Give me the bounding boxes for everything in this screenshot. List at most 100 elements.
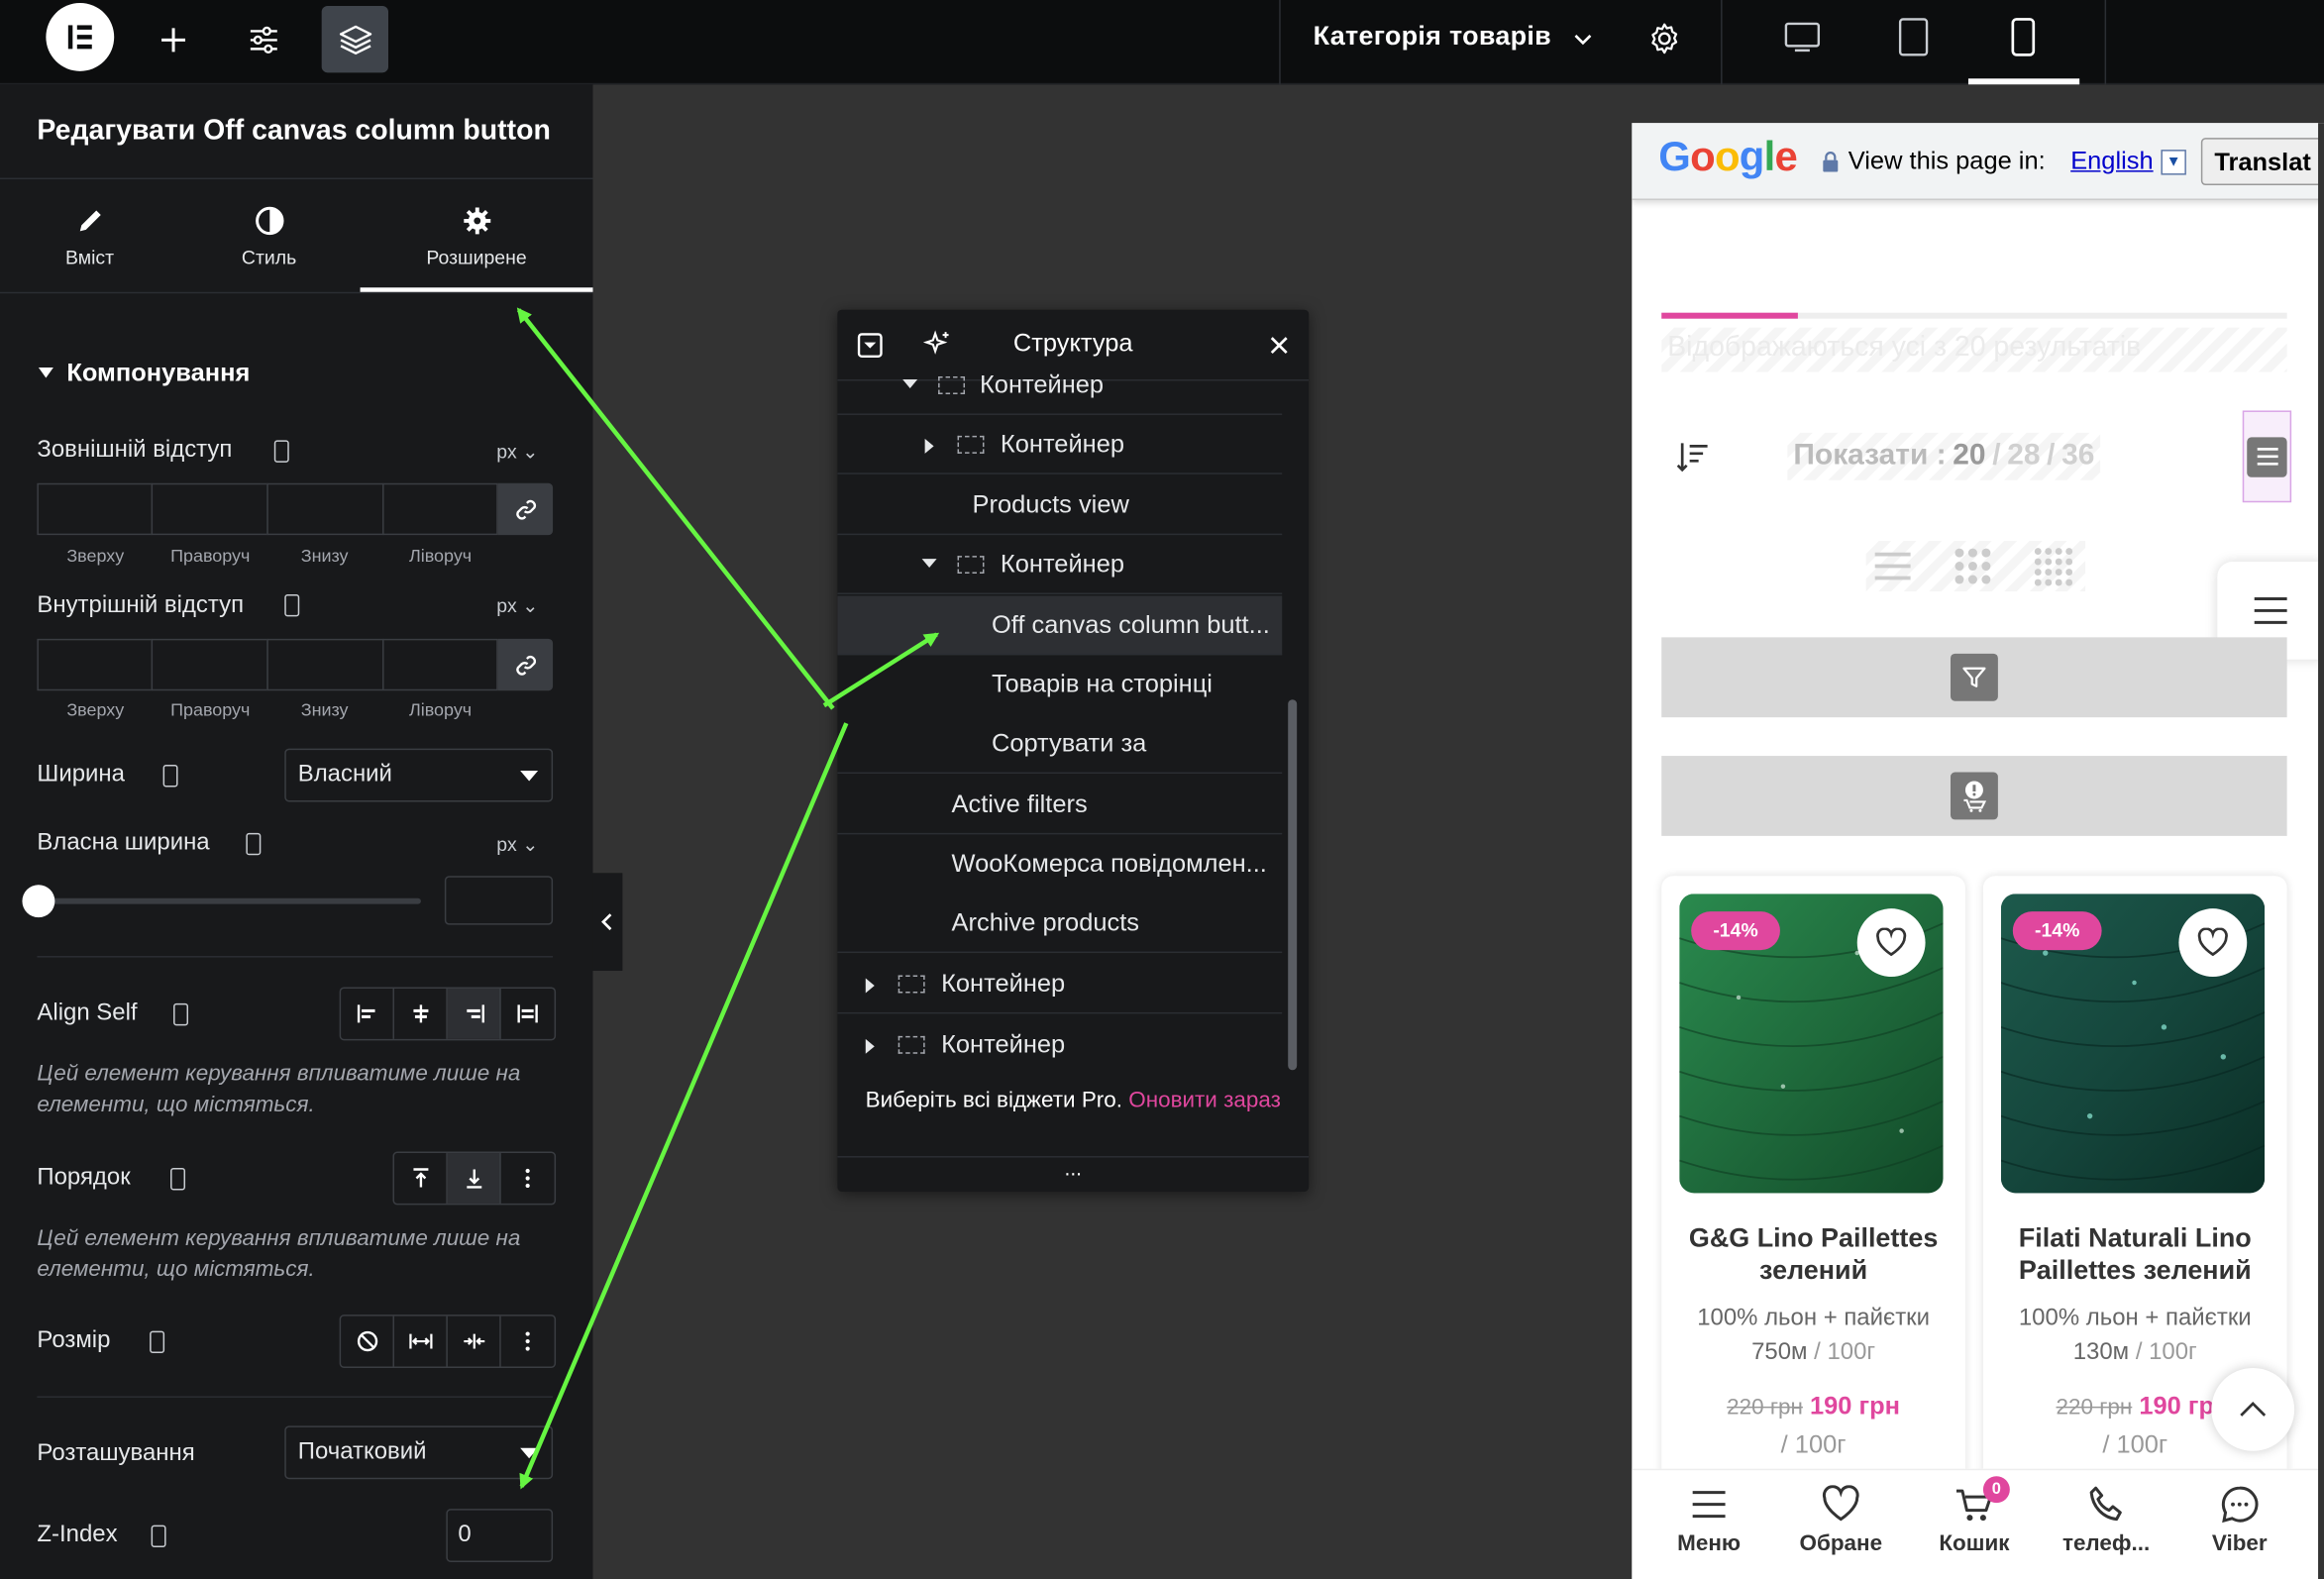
bottom-nav-favorites[interactable]: Обране [1774, 1485, 1908, 1556]
mobile-icon[interactable] [2008, 16, 2038, 57]
unit-select[interactable]: px ⌄ [496, 440, 538, 464]
padding-left-input[interactable] [382, 638, 498, 691]
upgrade-link[interactable]: Оновити зараз [1128, 1088, 1281, 1112]
padding-top-input[interactable] [37, 638, 154, 691]
align-end-button[interactable] [447, 988, 501, 1039]
list-view-icon[interactable] [1872, 549, 1914, 584]
grid-4-icon[interactable] [2032, 546, 2076, 587]
order-first-button[interactable] [394, 1153, 448, 1204]
bottom-nav-phone[interactable]: телеф... [2040, 1485, 2173, 1556]
nav-item-sort-by[interactable]: Сортувати за [837, 714, 1283, 775]
order-more-button[interactable] [501, 1153, 555, 1204]
tab-content[interactable]: Вміст [0, 178, 179, 294]
nav-item-container[interactable]: Контейнер [837, 955, 1283, 1014]
scroll-to-top-button[interactable] [2211, 1367, 2295, 1451]
margin-top-input[interactable] [37, 482, 154, 536]
language-dropdown-icon[interactable]: ▼ [2161, 150, 2186, 175]
margin-left-input[interactable] [382, 482, 498, 536]
filter-button[interactable] [1950, 653, 1998, 701]
responsive-mobile-icon[interactable] [150, 1330, 165, 1354]
responsive-mobile-icon[interactable] [284, 593, 300, 617]
padding-bottom-input[interactable] [266, 638, 384, 691]
show-per-page: Показати : 20 / 28 / 36 [1787, 432, 2101, 480]
menu-button[interactable] [2247, 436, 2287, 477]
section-header-layout[interactable]: Компонування [38, 359, 483, 388]
tablet-icon[interactable] [1897, 16, 1930, 57]
language-link[interactable]: English [2070, 147, 2153, 176]
product-image[interactable]: -14% [2000, 894, 2266, 1194]
price-unit: / 100г [1780, 1429, 1847, 1459]
nav-item-container[interactable]: Контейнер [837, 415, 1283, 474]
width-slider-track[interactable] [37, 897, 421, 904]
close-icon[interactable] [1269, 335, 1290, 356]
unit-select[interactable]: px ⌄ [496, 833, 538, 857]
size-none-button[interactable] [341, 1316, 394, 1367]
nav-item-products-per-page[interactable]: Товарів на сторінці [837, 655, 1282, 714]
sort-icon[interactable] [1675, 439, 1711, 474]
padding-right-input[interactable] [151, 638, 268, 691]
tab-style[interactable]: Стиль [179, 178, 359, 294]
zindex-input[interactable]: 0 [446, 1509, 554, 1562]
nav-item-off-canvas-button[interactable]: Off canvas column butt... [837, 595, 1283, 656]
desktop-icon[interactable] [1783, 19, 1822, 54]
bottom-nav-cart[interactable]: Кошик 0 [1908, 1476, 2042, 1556]
translate-button[interactable]: Translat [2200, 138, 2324, 186]
responsive-mobile-icon[interactable] [173, 1002, 189, 1026]
link-values-button[interactable] [497, 482, 554, 536]
nav-item-container[interactable]: Контейнер [837, 356, 1283, 415]
order-last-button[interactable] [447, 1153, 501, 1204]
responsive-mobile-icon[interactable] [273, 440, 289, 463]
navigator-footer[interactable]: ... [837, 1156, 1310, 1192]
wishlist-button[interactable] [1856, 908, 1926, 977]
product-card[interactable]: -14% Filati Naturali Lino Paillettes зел… [1982, 876, 2287, 1558]
margin-bottom-input[interactable] [266, 482, 384, 536]
elementor-logo[interactable] [46, 2, 115, 71]
align-start-button[interactable] [341, 988, 394, 1039]
wishlist-button[interactable] [2178, 908, 2248, 977]
responsive-mobile-icon[interactable] [162, 765, 178, 788]
tab-advanced[interactable]: Розширене [361, 178, 593, 294]
show-option-36[interactable]: 36 [2061, 439, 2094, 472]
document-title[interactable]: Категорія товарів [1314, 21, 1551, 52]
width-select[interactable]: Власний [284, 748, 554, 802]
product-image[interactable]: -14% [1679, 894, 1944, 1194]
size-shrink-button[interactable] [448, 1316, 501, 1367]
old-price: 220 грн [2056, 1394, 2133, 1421]
width-slider-handle[interactable] [22, 885, 55, 918]
product-card[interactable]: -14% G&G Lino Paillettes зелений 100% ль… [1661, 876, 1965, 1558]
nav-item-container[interactable]: Контейнер [837, 1015, 1282, 1075]
margin-right-input[interactable] [151, 482, 268, 536]
add-element-button[interactable] [140, 6, 206, 72]
size-more-button[interactable] [501, 1316, 555, 1367]
navigator-scrollbar[interactable] [1288, 699, 1298, 1071]
custom-width-input[interactable] [444, 876, 554, 925]
nav-item-active-filters[interactable]: Active filters [837, 776, 1283, 835]
cart-notice-button[interactable] [1950, 772, 1998, 820]
show-option-20[interactable]: 20 [1953, 439, 1985, 472]
nav-item-woocommerce-notices[interactable]: WooКомерса повідомлен... [837, 834, 1282, 894]
gear-icon[interactable] [1646, 21, 1682, 56]
product-name[interactable]: G&G Lino Paillettes зелений [1670, 1221, 1956, 1287]
align-center-button[interactable] [394, 988, 448, 1039]
responsive-mobile-icon[interactable] [170, 1168, 186, 1191]
nav-item-archive-products[interactable]: Archive products [837, 894, 1283, 954]
bottom-nav-viber[interactable]: Viber [2172, 1485, 2306, 1556]
link-values-button[interactable] [497, 638, 554, 691]
align-stretch-button[interactable] [501, 989, 555, 1039]
site-settings-button[interactable] [230, 6, 296, 72]
chevron-down-icon[interactable] [1571, 27, 1595, 51]
grid-3-icon[interactable] [1952, 546, 1993, 587]
unit-select[interactable]: px ⌄ [496, 594, 538, 618]
show-option-28[interactable]: 28 [2007, 439, 2040, 472]
bottom-nav-menu[interactable]: Меню [1642, 1485, 1776, 1556]
position-select[interactable]: Початковий [284, 1425, 554, 1480]
nav-item-container[interactable]: Контейнер [837, 535, 1283, 594]
responsive-mobile-icon[interactable] [151, 1525, 166, 1548]
nav-item-products-view[interactable]: Products view [837, 475, 1283, 536]
product-name[interactable]: Filati Naturali Lino Paillettes зелений [1992, 1221, 2278, 1287]
size-grow-button[interactable] [394, 1316, 448, 1367]
collapse-panel-button[interactable] [592, 873, 623, 972]
responsive-mobile-icon[interactable] [246, 832, 262, 856]
off-canvas-column-button[interactable] [2242, 410, 2292, 503]
structure-button[interactable] [321, 5, 389, 73]
